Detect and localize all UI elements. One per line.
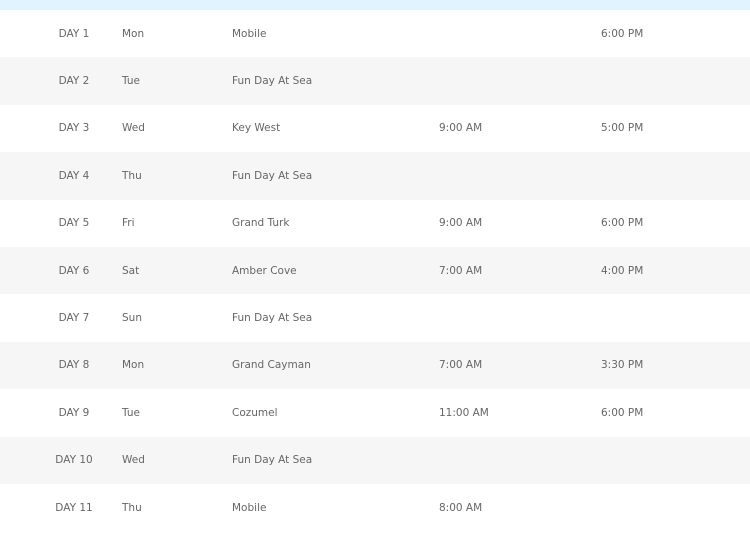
- port-name: Key West: [232, 122, 281, 135]
- weekday: Fri: [122, 217, 135, 230]
- itinerary-row: DAY 3 Wed Key West 9:00 AM 5:00 PM: [0, 104, 750, 153]
- day-number: DAY 2: [58, 75, 90, 88]
- weekday: Mon: [122, 359, 145, 372]
- day-number: DAY 1: [58, 27, 90, 40]
- arrive-time: 9:00 AM: [439, 122, 483, 135]
- weekday: Mon: [122, 27, 145, 40]
- weekday: Tue: [122, 406, 140, 419]
- port-name: Fun Day At Sea: [232, 75, 313, 88]
- itinerary-row: DAY 7 Sun Fun Day At Sea: [0, 294, 750, 342]
- depart-time: 3:30 PM: [601, 359, 644, 372]
- arrive-time: 11:00 AM: [439, 406, 489, 419]
- itinerary-row: DAY 9 Tue Cozumel 11:00 AM 6:00 PM: [0, 389, 750, 437]
- weekday: Wed: [122, 122, 145, 135]
- weekday: Thu: [122, 169, 142, 182]
- port-name: Grand Cayman: [232, 359, 311, 372]
- port-name: Fun Day At Sea: [232, 312, 313, 325]
- itinerary-row: DAY 4 Thu Fun Day At Sea: [0, 152, 750, 200]
- day-number: DAY 7: [58, 312, 90, 325]
- weekday: Thu: [122, 501, 142, 514]
- itinerary-row: DAY 8 Mon Grand Cayman 7:00 AM 3:30 PM: [0, 341, 750, 390]
- depart-time: 6:00 PM: [601, 406, 644, 419]
- itinerary-row: DAY 1 Mon Mobile 6:00 PM: [0, 10, 750, 58]
- day-number: DAY 5: [58, 217, 90, 230]
- port-name: Amber Cove: [232, 264, 297, 277]
- port-name: Mobile: [232, 501, 267, 514]
- arrive-time: 8:00 AM: [439, 501, 483, 514]
- arrive-time: 7:00 AM: [439, 264, 483, 277]
- weekday: Sun: [122, 312, 142, 325]
- itinerary-row: DAY 10 Wed Fun Day At Sea: [0, 436, 750, 484]
- depart-time: 4:00 PM: [601, 264, 644, 277]
- weekday: Tue: [122, 75, 140, 88]
- day-number: DAY 4: [58, 169, 90, 182]
- arrive-time: 9:00 AM: [439, 217, 483, 230]
- weekday: Sat: [122, 264, 140, 277]
- port-name: Fun Day At Sea: [232, 169, 313, 182]
- port-name: Mobile: [232, 27, 267, 40]
- itinerary-row: DAY 5 Fri Grand Turk 9:00 AM 6:00 PM: [0, 199, 750, 247]
- day-number: DAY 9: [58, 406, 90, 419]
- port-name: Fun Day At Sea: [232, 454, 313, 467]
- day-number: DAY 6: [58, 264, 90, 277]
- port-name: Cozumel: [232, 406, 278, 419]
- itinerary-row: DAY 2 Tue Fun Day At Sea: [0, 57, 750, 105]
- itinerary-row: DAY 6 Sat Amber Cove 7:00 AM 4:00 PM: [0, 246, 750, 295]
- weekday: Wed: [122, 454, 145, 467]
- port-name: Grand Turk: [232, 217, 290, 230]
- depart-time: 5:00 PM: [601, 122, 644, 135]
- itinerary-row: DAY 11 Thu Mobile 8:00 AM: [0, 483, 750, 532]
- depart-time: 6:00 PM: [601, 217, 644, 230]
- header-band: [0, 0, 750, 10]
- day-number: DAY 11: [55, 501, 93, 514]
- day-number: DAY 8: [58, 359, 90, 372]
- day-number: DAY 3: [58, 122, 90, 135]
- depart-time: 6:00 PM: [601, 27, 644, 40]
- itinerary-table: DAY 1 Mon Mobile 6:00 PM DAY 2 Tue Fun D…: [0, 10, 750, 532]
- day-number: DAY 10: [55, 454, 93, 467]
- arrive-time: 7:00 AM: [439, 359, 483, 372]
